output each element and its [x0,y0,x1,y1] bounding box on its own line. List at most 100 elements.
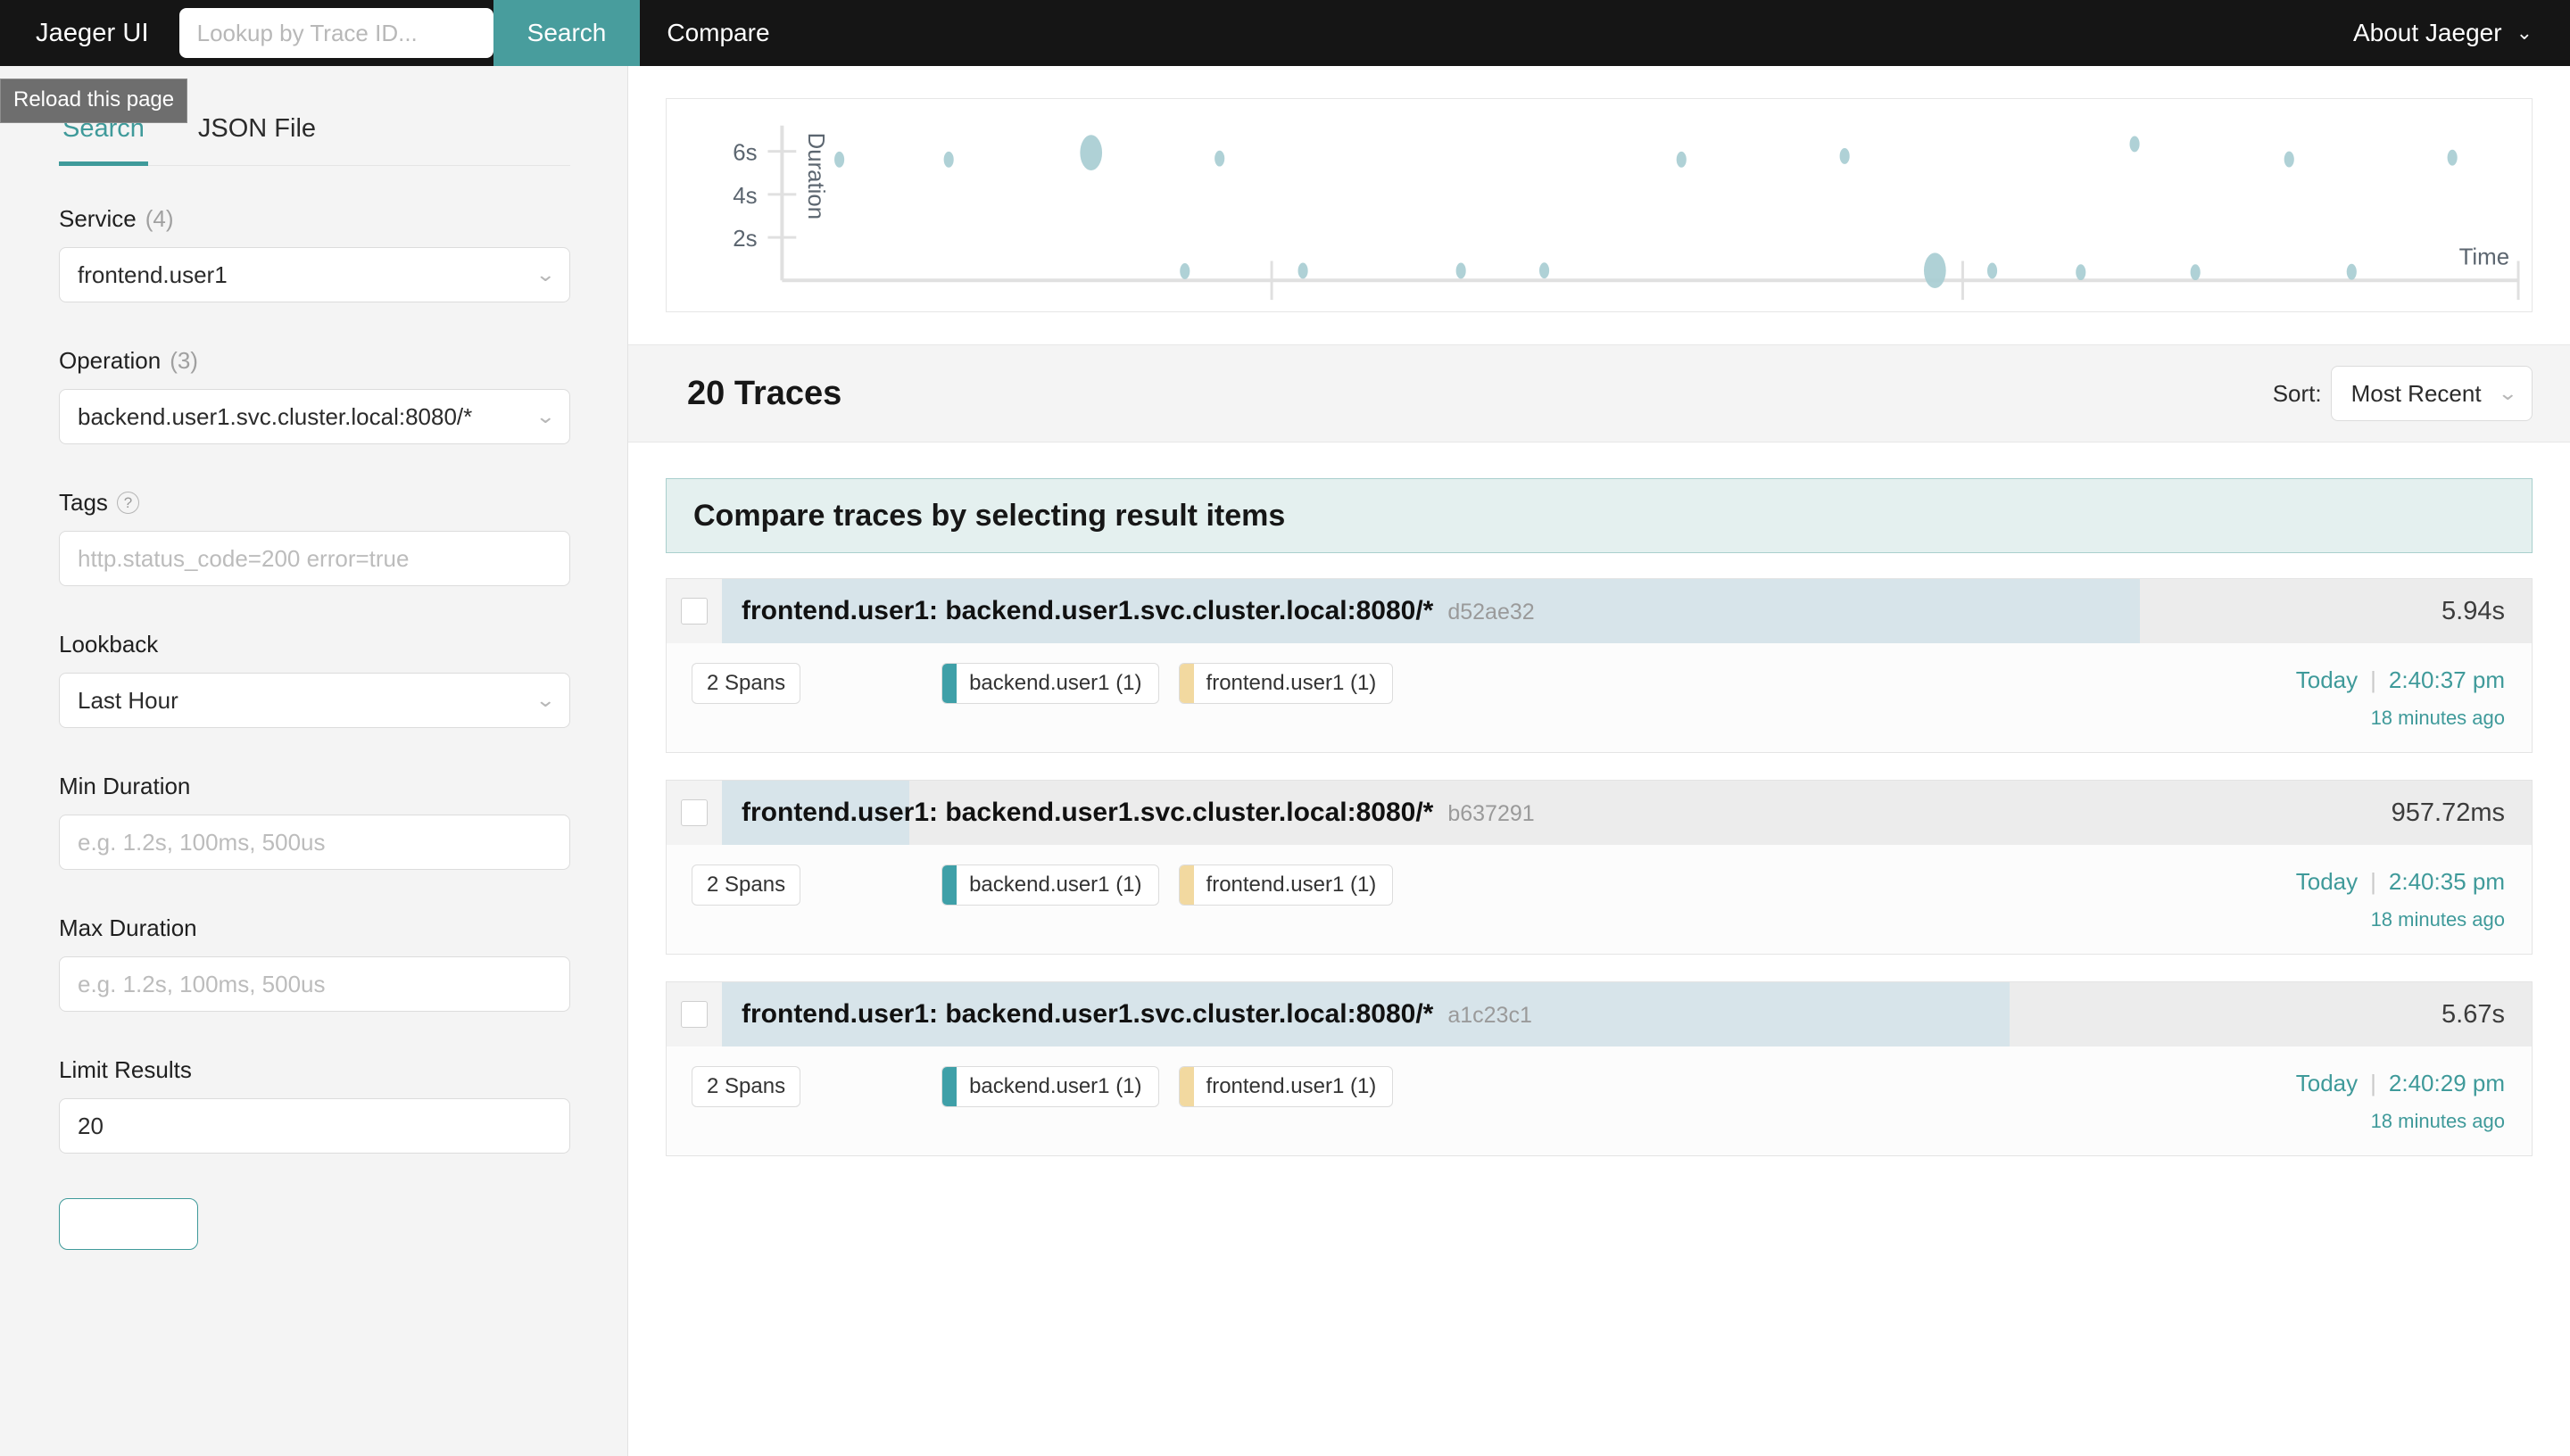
service-value: frontend.user1 [78,261,228,288]
nav-tab-search[interactable]: Search [493,0,641,66]
trace-select-checkbox[interactable] [681,799,708,826]
trace-select-checkbox-wrap[interactable] [667,982,722,1046]
trace-title: frontend.user1: backend.user1.svc.cluste… [722,999,1532,1030]
scatter-point[interactable] [1297,262,1308,279]
max-duration-placeholder: e.g. 1.2s, 100ms, 500us [78,970,326,997]
trace-select-checkbox-wrap[interactable] [667,579,722,643]
scatter-point[interactable] [834,151,845,168]
help-icon[interactable]: ? [116,492,139,514]
trace-span-count: 2 Spans [692,1066,801,1107]
app-brand[interactable]: Jaeger UI [0,0,179,66]
trace-title-text: frontend.user1: backend.user1.svc.cluste… [742,798,1434,827]
scatter-point[interactable] [1839,148,1850,164]
service-select[interactable]: frontend.user1 ⌄ [59,247,570,302]
scatter-point[interactable] [2076,264,2086,281]
scatter-point[interactable] [1986,262,1998,279]
operation-count: (3) [170,347,198,374]
scatter-point[interactable] [1923,252,1946,289]
traces-count: 20 Traces [687,374,842,412]
sort-select[interactable]: Most Recent ⌄ [2330,366,2533,421]
trace-title: frontend.user1: backend.user1.svc.cluste… [722,798,1535,828]
time-separator: | [2370,868,2376,895]
y-tick-label: 4s [733,184,757,209]
lookback-label-row: Lookback [59,631,570,658]
scatter-point[interactable] [2129,136,2140,153]
scatter-point[interactable] [2190,264,2201,281]
trace-service-pill: backend.user1 (1) [941,1066,1159,1107]
scatter-point[interactable] [2284,151,2294,168]
scatter-point[interactable] [1080,135,1103,170]
scatter-point[interactable] [2346,263,2357,280]
trace-time: 2:40:29 pm [2388,1070,2505,1096]
trace-title: frontend.user1: backend.user1.svc.cluste… [722,596,1535,626]
trace-result-header[interactable]: frontend.user1: backend.user1.svc.cluste… [667,982,2532,1046]
chevron-down-icon: ⌄ [535,405,556,427]
service-color-swatch [1179,865,1194,905]
limit-results-input[interactable]: 20 [59,1098,570,1154]
trace-result-card[interactable]: frontend.user1: backend.user1.svc.cluste… [666,578,2533,753]
trace-result-meta: 2 Spans backend.user1 (1) frontend.user1 (… [667,845,2532,954]
limit-results-value: 20 [78,1112,104,1139]
x-tick-label: 02:39:40 pm [1207,310,1336,311]
field-limit-results: Limit Results [59,1056,570,1084]
operation-label: Operation [59,347,162,374]
tags-label: Tags [59,489,108,516]
scatter-point[interactable] [1180,263,1190,279]
trace-result-header[interactable]: frontend.user1: backend.user1.svc.cluste… [667,781,2532,845]
max-duration-input[interactable]: e.g. 1.2s, 100ms, 500us [59,956,570,1012]
service-pill-label: backend.user1 (1) [969,671,1142,695]
trace-timestamps: Today | 2:40:35 pm 18 minutes ago [2296,864,2505,934]
y-tick-label: 6s [733,141,757,166]
limit-results-label: Limit Results [59,1056,192,1083]
trace-result-card[interactable]: frontend.user1: backend.user1.svc.cluste… [666,981,2533,1156]
trace-service-pill: frontend.user1 (1) [1178,1066,1394,1107]
service-label-row: Service (4) [59,205,570,233]
trace-results-list: frontend.user1: backend.user1.svc.cluste… [628,553,2570,1183]
scatter-point[interactable] [2447,149,2458,166]
field-lookback: Lookback [59,631,570,658]
service-pill-label: frontend.user1 (1) [1206,671,1377,695]
trace-time: 2:40:35 pm [2388,868,2505,895]
scatter-point[interactable] [1538,262,1550,279]
trace-scatter-chart[interactable]: 2s 4s 6s Duration 02:39:40 pm 02:40:00 pm 02:4… [667,99,2532,311]
trace-timestamps: Today | 2:40:37 pm 18 minutes ago [2296,663,2505,732]
trace-duration: 5.94s [2442,596,2505,625]
y-tick-label: 2s [733,227,757,252]
chevron-down-icon: ⌄ [535,263,556,285]
time-separator: | [2370,666,2376,693]
operation-select[interactable]: backend.user1.svc.cluster.local:8080/* ⌄ [59,389,570,444]
trace-relative-time: 18 minutes ago [2370,1110,2505,1132]
service-pill-label: backend.user1 (1) [969,1074,1142,1098]
chevron-down-icon: ⌄ [535,689,556,711]
trace-select-checkbox[interactable] [681,1001,708,1028]
trace-title-text: frontend.user1: backend.user1.svc.cluste… [742,596,1434,625]
scatter-point[interactable] [943,151,954,168]
find-traces-button[interactable] [59,1198,198,1250]
traceid-search-input[interactable] [178,8,493,58]
lookback-select[interactable]: Last Hour ⌄ [59,673,570,728]
service-label: Service [59,205,137,232]
nav-tab-compare[interactable]: Compare [640,0,796,66]
tags-input[interactable]: http.status_code=200 error=true [59,531,570,586]
scatter-point[interactable] [1215,150,1225,167]
page-body: Reload this page Search JSON File Servic… [0,66,2570,1456]
service-color-swatch [1179,1067,1194,1106]
min-duration-label-row: Min Duration [59,773,570,800]
scatter-point[interactable] [1455,262,1466,279]
service-color-swatch [1179,664,1194,703]
tab-json-file[interactable]: JSON File [195,102,319,165]
limit-results-label-row: Limit Results [59,1056,570,1084]
trace-result-card[interactable]: frontend.user1: backend.user1.svc.cluste… [666,780,2533,955]
about-jaeger-menu[interactable]: About Jaeger ⌄ [2353,0,2570,66]
trace-service-pill: backend.user1 (1) [941,663,1159,704]
trace-select-checkbox[interactable] [681,598,708,625]
trace-select-checkbox-wrap[interactable] [667,781,722,845]
trace-id: d52ae32 [1447,600,1535,625]
scatter-point[interactable] [1676,151,1687,168]
min-duration-input[interactable]: e.g. 1.2s, 100ms, 500us [59,815,570,870]
operation-label-row: Operation (3) [59,347,570,375]
traceid-lookup-wrap [178,0,493,66]
trace-span-count: 2 Spans [692,663,801,704]
trace-result-header[interactable]: frontend.user1: backend.user1.svc.cluste… [667,579,2532,643]
